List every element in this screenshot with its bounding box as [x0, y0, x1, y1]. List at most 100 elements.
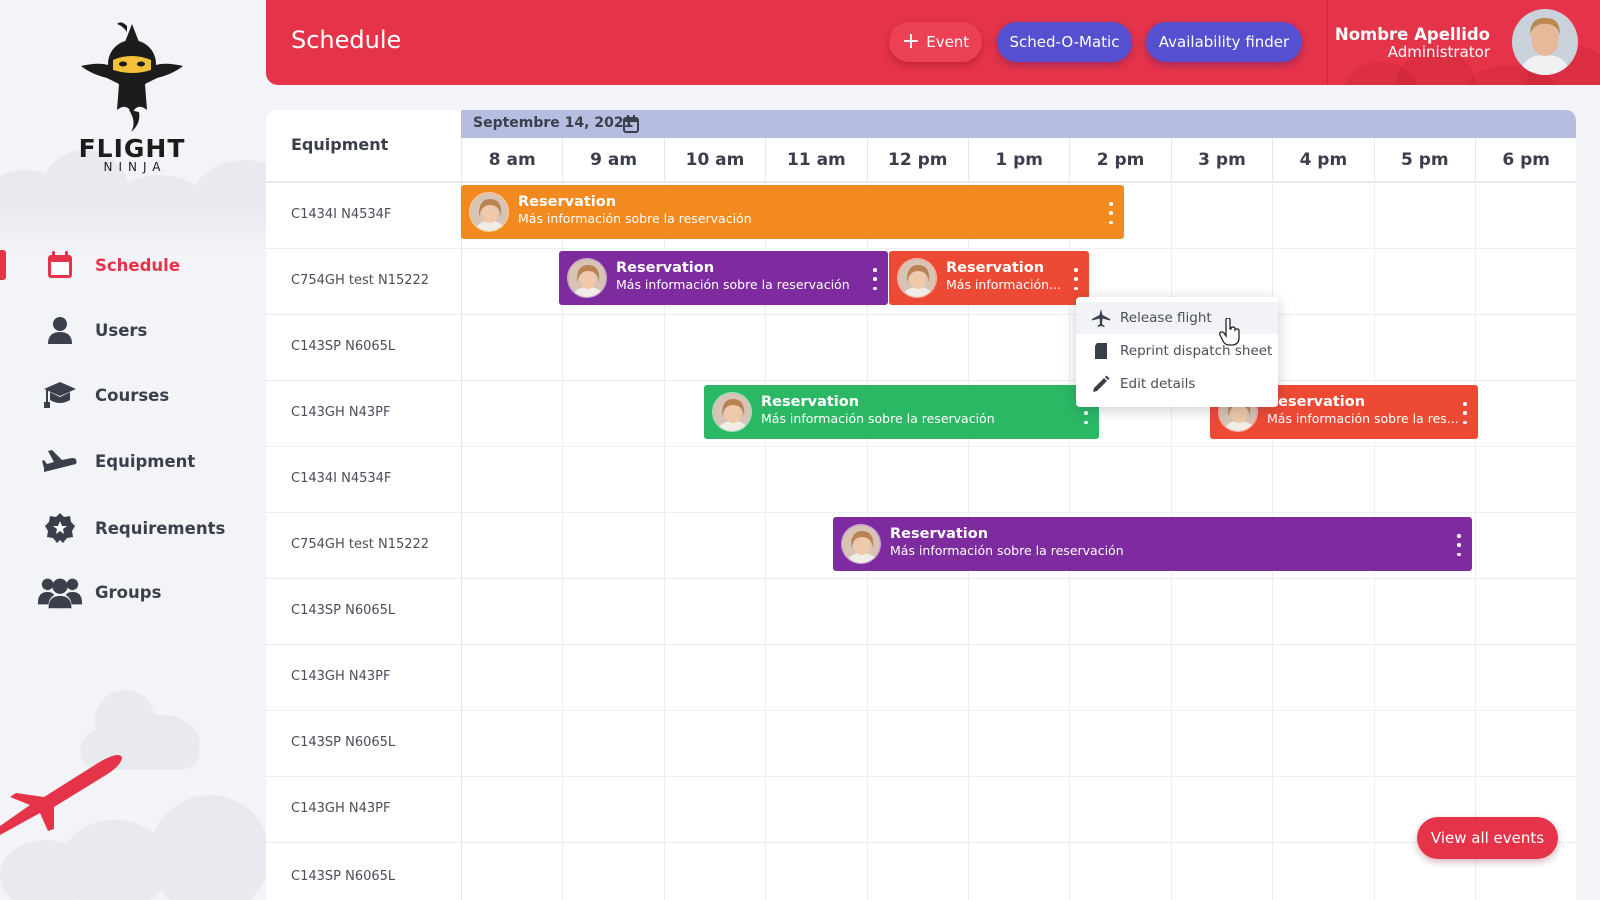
avatar: [897, 258, 937, 298]
grid-row-line: [266, 842, 1576, 843]
event-title: Reservation: [761, 394, 860, 410]
equipment-row-label[interactable]: C143GH N43PF: [291, 405, 390, 420]
avatar: [469, 192, 509, 232]
equipment-row-label[interactable]: C754GH test N15222: [291, 537, 429, 552]
top-header: Schedule + Event Sched-O-Matic Availabil…: [266, 0, 1600, 85]
equipment-row-label[interactable]: C143GH N43PF: [291, 669, 390, 684]
sidebar-item-users[interactable]: Users: [0, 310, 266, 350]
sidebar-item-label: Courses: [95, 385, 170, 405]
ninja-logo-icon: [81, 22, 183, 132]
schedule-date: Septembre 14, 2021: [473, 115, 634, 131]
users-group-icon: [38, 577, 82, 609]
add-event-label: Event: [926, 33, 970, 51]
grid-row-line: [266, 248, 1576, 249]
event-subtitle: Más información sobre la reservación: [890, 543, 1124, 558]
user-name: Nombre Apellido: [1334, 25, 1490, 44]
hour-header: 5 pm: [1373, 138, 1475, 182]
hour-header: 3 pm: [1170, 138, 1272, 182]
more-options-icon[interactable]: [872, 268, 878, 290]
add-event-button[interactable]: + Event: [889, 22, 982, 62]
availability-finder-button[interactable]: Availability finder: [1146, 22, 1302, 62]
avatar: [712, 392, 752, 432]
brand-name: FLIGHT: [78, 134, 186, 163]
equipment-row-label[interactable]: C143SP N6065L: [291, 735, 395, 750]
grid-row-line: [266, 380, 1576, 381]
equipment-row-label[interactable]: C143SP N6065L: [291, 339, 395, 354]
brand-logo[interactable]: FLIGHT NINJA: [70, 18, 194, 174]
plane-icon: [1092, 309, 1110, 327]
page-title: Schedule: [291, 26, 402, 54]
reservation-event[interactable]: Reservation Más información sobre la rese…: [559, 251, 888, 305]
event-title: Reservation: [518, 194, 617, 210]
equipment-row-label[interactable]: C143SP N6065L: [291, 869, 395, 884]
menu-item-reprint-dispatch-sheet[interactable]: Reprint dispatch sheet: [1076, 335, 1278, 367]
avatar: [841, 524, 881, 564]
event-title: Reservation: [946, 260, 1045, 276]
hour-header: 8 am: [461, 138, 562, 182]
avatar[interactable]: [1512, 9, 1578, 75]
avatar: [567, 258, 607, 298]
grid-row-line: [266, 512, 1576, 513]
event-title: Reservation: [1267, 394, 1366, 410]
sidebar-item-courses[interactable]: Courses: [0, 375, 266, 415]
sched-o-matic-button[interactable]: Sched-O-Matic: [997, 22, 1132, 62]
reservation-event[interactable]: Reservation Más información sobre la rese…: [461, 185, 1124, 239]
more-options-icon[interactable]: [1108, 202, 1114, 224]
reservation-event[interactable]: Reservation Más información...: [889, 251, 1089, 305]
grid-column-line: [461, 182, 462, 900]
more-options-icon[interactable]: [1456, 534, 1462, 556]
sidebar-item-groups[interactable]: Groups: [0, 572, 266, 612]
pencil-icon: [1092, 375, 1110, 393]
header-divider: [1327, 0, 1328, 85]
equipment-row-label[interactable]: C143GH N43PF: [291, 801, 390, 816]
hour-header: 4 pm: [1272, 138, 1373, 182]
event-title: Reservation: [616, 260, 715, 276]
more-options-icon[interactable]: [1462, 402, 1468, 424]
sidebar-item-label: Schedule: [95, 255, 181, 275]
more-options-icon[interactable]: [1073, 268, 1079, 290]
sidebar-item-label: Groups: [95, 582, 162, 602]
grid-row-line: [266, 446, 1576, 447]
menu-item-label: Edit details: [1120, 376, 1196, 392]
menu-item-label: Release flight: [1120, 310, 1212, 326]
hour-header: 12 pm: [866, 138, 968, 182]
grid-row-line: [266, 314, 1576, 315]
plane-icon: [38, 446, 82, 476]
reservation-event[interactable]: Reservation Más información sobre la rese…: [833, 517, 1472, 571]
hour-header: 6 pm: [1475, 138, 1576, 182]
equipment-row-label[interactable]: C1434I N4534F: [291, 471, 391, 486]
airplane-decoration-icon: [0, 755, 122, 835]
event-title: Reservation: [890, 526, 989, 542]
equipment-row-label[interactable]: C143SP N6065L: [291, 603, 395, 618]
sidebar-item-equipment[interactable]: Equipment: [0, 441, 266, 481]
hour-header: 2 pm: [1069, 138, 1170, 182]
event-subtitle: Más información sobre la res...: [1267, 411, 1459, 426]
certificate-icon: [38, 513, 82, 543]
grid-row-line: [266, 644, 1576, 645]
sidebar-item-schedule[interactable]: Schedule: [0, 245, 266, 285]
event-context-menu: Release flight Reprint dispatch sheet Ed…: [1076, 297, 1278, 407]
equipment-row-label[interactable]: C1434I N4534F: [291, 207, 391, 222]
hour-header: 1 pm: [968, 138, 1069, 182]
grid-row-line: [266, 578, 1576, 579]
user-role: Administrator: [1387, 43, 1490, 61]
grid-column-line: [1475, 182, 1476, 900]
plus-icon: +: [901, 29, 921, 54]
reservation-event[interactable]: Reservation Más información sobre la rese…: [704, 385, 1099, 439]
hour-header: 10 am: [663, 138, 765, 182]
hand-cursor-icon: [1219, 318, 1240, 346]
event-subtitle: Más información...: [946, 277, 1061, 292]
menu-item-release-flight[interactable]: Release flight: [1076, 302, 1278, 334]
date-picker-icon[interactable]: [623, 115, 639, 137]
sidebar-item-requirements[interactable]: Requirements: [0, 508, 266, 548]
hour-header: 11 am: [765, 138, 866, 182]
equipment-row-label[interactable]: C754GH test N15222: [291, 273, 429, 288]
view-all-events-button[interactable]: View all events: [1417, 817, 1558, 859]
user-icon: [38, 315, 82, 345]
schedule-grid: Equipment Septembre 14, 2021 8 am 9 am 10 …: [266, 110, 1576, 900]
grid-row-line: [266, 710, 1576, 711]
sidebar-item-label: Users: [95, 320, 148, 340]
document-icon: [1092, 342, 1110, 360]
grid-row-line: [266, 776, 1576, 777]
menu-item-edit-details[interactable]: Edit details: [1076, 368, 1278, 400]
